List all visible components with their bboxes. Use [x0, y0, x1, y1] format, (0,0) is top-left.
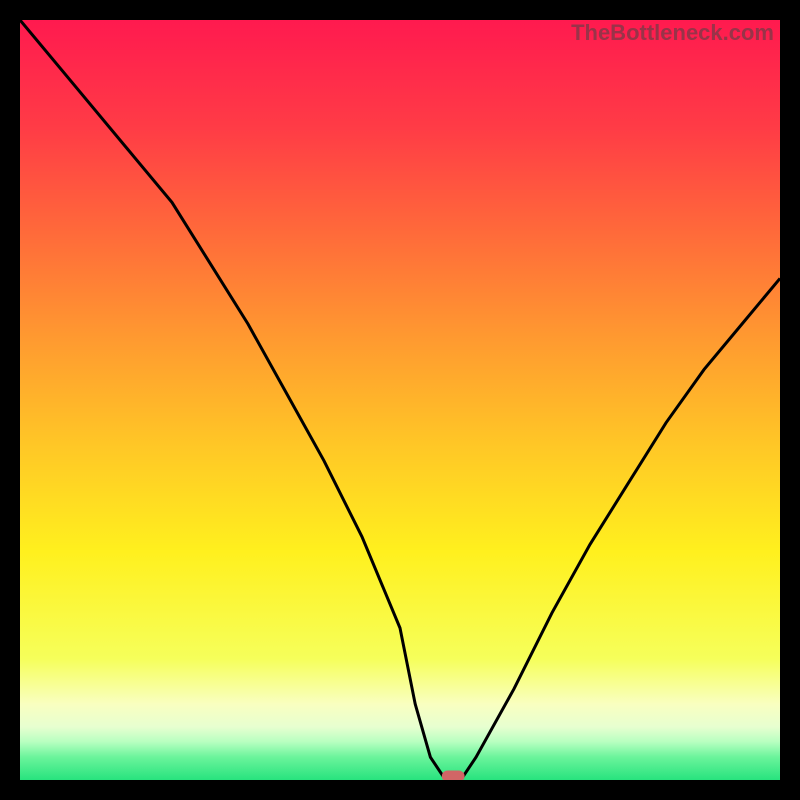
chart-background	[20, 20, 780, 780]
chart-frame: TheBottleneck.com	[0, 0, 800, 800]
chart-plot	[20, 20, 780, 780]
chart-marker	[442, 771, 465, 781]
watermark-text: TheBottleneck.com	[571, 20, 774, 46]
